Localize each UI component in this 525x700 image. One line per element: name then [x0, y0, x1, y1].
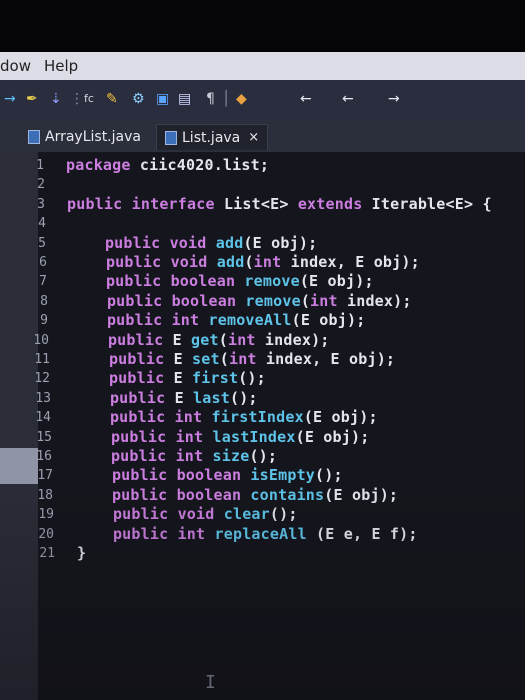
nav-icon[interactable]: ◆	[236, 90, 247, 108]
code-line[interactable]: public boolean remove(E obj);	[69, 272, 374, 290]
line-number: 2	[37, 177, 45, 193]
line-number: 1	[36, 158, 44, 173]
screen-bezel	[0, 0, 525, 52]
code-line[interactable]: public int lastIndex(E obj);	[74, 428, 369, 446]
line-number: 10	[33, 332, 49, 348]
line-number: 16	[36, 449, 52, 464]
code-editor[interactable]: 1 2 3 4 5 6 7 8 9 10 11 12 13 14 15 16 17 18 19 20 21 packag…	[0, 152, 525, 700]
code-line[interactable]: public int size();	[74, 447, 277, 465]
menu-bar: dow Help	[0, 52, 525, 80]
line-number: 7	[39, 274, 47, 290]
line-number: 5	[38, 235, 46, 251]
code-line[interactable]: public E first();	[72, 369, 266, 387]
line-number: 11	[34, 352, 50, 367]
code-line[interactable]: public E last();	[73, 389, 258, 407]
code-line[interactable]: public boolean isEmpty();	[75, 466, 343, 484]
code-line[interactable]: public void clear();	[76, 505, 298, 523]
text-cursor-icon: I	[205, 672, 216, 693]
run-icon[interactable]: →	[4, 90, 16, 108]
java-file-icon	[28, 130, 40, 144]
code-line[interactable]: public E set(int index, E obj);	[72, 350, 395, 368]
line-number: 21	[39, 546, 55, 561]
line-number: 17	[37, 468, 53, 484]
editor-gutter	[0, 152, 38, 700]
code-line[interactable]: public interface List<E> extends Iterabl…	[67, 195, 492, 213]
menu-help[interactable]: Help	[44, 57, 78, 75]
code-line[interactable]: public int firstIndex(E obj);	[73, 408, 378, 426]
code-line[interactable]: public boolean contains(E obj);	[75, 486, 398, 504]
back-history-icon[interactable]: ←	[342, 90, 354, 108]
line-number: 9	[40, 313, 48, 329]
line-number: 18	[37, 487, 53, 503]
line-number: 15	[36, 429, 52, 445]
settings-icon[interactable]: ⚙	[132, 90, 145, 108]
tab-list-java[interactable]: List.java ×	[156, 124, 269, 150]
forward-icon[interactable]: →	[388, 90, 400, 108]
code-line[interactable]: }	[77, 544, 86, 562]
code-line[interactable]: package ciic4020.list;	[66, 156, 269, 174]
menu-window[interactable]: dow	[0, 57, 31, 75]
layout-icon[interactable]: ▤	[178, 90, 191, 108]
paint-icon[interactable]: ✒	[26, 90, 38, 108]
line-number: 6	[39, 255, 47, 270]
separator-icon: ⋮	[70, 91, 84, 107]
back-icon[interactable]: ←	[300, 90, 312, 108]
line-number: 13	[35, 390, 51, 406]
line-number: 19	[38, 507, 54, 523]
line-number: 12	[34, 371, 50, 387]
tab-label: List.java	[182, 129, 241, 146]
code-line[interactable]: public void add(E obj);	[68, 234, 317, 252]
code-line[interactable]: public int removeAll(E obj);	[70, 311, 365, 329]
code-line[interactable]: public E get(int index);	[71, 331, 330, 349]
line-number: 4	[38, 216, 46, 232]
line-number: 20	[38, 526, 54, 542]
format-icon[interactable]: fc	[84, 90, 94, 108]
window-icon[interactable]: ▣	[156, 90, 169, 108]
line-number: 8	[40, 293, 48, 309]
java-file-icon	[165, 130, 177, 145]
code-line[interactable]: public int replaceAll (E e, E f);	[76, 525, 418, 543]
cursor-icon: │	[222, 91, 231, 107]
close-icon[interactable]: ×	[248, 130, 259, 145]
tab-arraylist-java[interactable]: ArrayList.java	[20, 124, 149, 150]
toolbar: → ✒ ⇣ ⋮ fc ✎ ⚙ ▣ ▤ ¶ │ ◆ ← ← →	[0, 80, 525, 120]
tab-label: ArrayList.java	[45, 129, 141, 145]
arrow-icon[interactable]: ⇣	[50, 90, 62, 108]
code-line[interactable]: public void add(int index, E obj);	[69, 253, 420, 271]
paragraph-icon[interactable]: ¶	[206, 90, 215, 108]
line-number: 3	[37, 196, 45, 212]
line-number: 14	[35, 410, 51, 426]
code-line[interactable]: public boolean remove(int index);	[70, 292, 412, 310]
brush-icon[interactable]: ✎	[106, 90, 118, 108]
editor-tab-bar: ArrayList.java List.java ×	[0, 120, 525, 153]
